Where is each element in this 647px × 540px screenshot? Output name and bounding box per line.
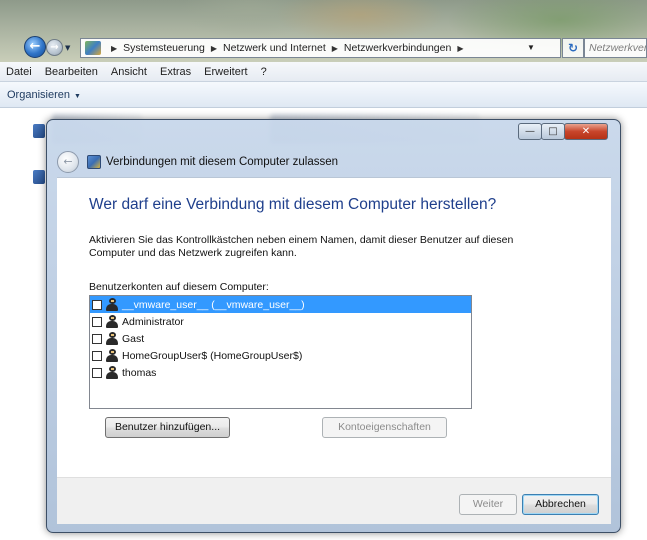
user-checkbox[interactable] — [92, 333, 102, 344]
user-name: Gast — [122, 332, 145, 345]
address-dropdown-icon[interactable]: ▼ — [524, 39, 538, 57]
chevron-down-icon: ▼ — [73, 92, 81, 100]
menu-item-file[interactable]: Datei — [6, 66, 32, 78]
user-name: Administrator — [122, 315, 184, 328]
forward-arrow-icon[interactable]: → — [46, 39, 63, 56]
minimize-button[interactable]: — — [518, 123, 542, 140]
breadcrumb-separator-icon[interactable]: ▶ — [211, 44, 217, 53]
description-text: Aktivieren Sie das Kontrollkästchen nebe… — [89, 234, 514, 259]
breadcrumb-item[interactable]: Systemsteuerung — [123, 42, 205, 54]
user-icon — [105, 298, 119, 311]
breadcrumb-separator-icon[interactable]: ▶ — [111, 44, 117, 53]
user-list-label: Benutzerkonten auf diesem Computer: — [89, 281, 269, 293]
menu-item-edit[interactable]: Bearbeiten — [45, 66, 98, 78]
user-row-homegroupuser[interactable]: HomeGroupUser$ (HomeGroupUser$) — [90, 347, 471, 364]
dialog-footer: Weiter Abbrechen — [57, 477, 611, 524]
user-row-thomas[interactable]: thomas — [90, 364, 471, 381]
user-checkbox[interactable] — [92, 299, 102, 310]
address-bar[interactable]: ▶ Systemsteuerung ▶ Netzwerk und Interne… — [80, 38, 561, 58]
user-icon — [105, 315, 119, 328]
add-user-button[interactable]: Benutzer hinzufügen... — [105, 417, 230, 438]
user-name: HomeGroupUser$ (HomeGroupUser$) — [122, 349, 303, 362]
menu-item-view[interactable]: Ansicht — [111, 66, 147, 78]
allow-connections-dialog: — □ ✕ ← Verbindungen mit diesem Computer… — [46, 119, 621, 533]
dialog-body: Wer darf eine Verbindung mit diesem Comp… — [57, 177, 611, 477]
user-checkbox[interactable] — [92, 316, 102, 327]
recent-pages-dropdown-icon[interactable]: ▼ — [65, 44, 73, 52]
user-icon — [105, 349, 119, 362]
user-checkbox[interactable] — [92, 367, 102, 378]
menu-bar: Datei Bearbeiten Ansicht Extras Erweiter… — [0, 62, 647, 82]
back-arrow-icon[interactable]: ← — [57, 151, 79, 173]
organize-label: Organisieren — [7, 88, 70, 101]
breadcrumb-item[interactable]: Netzwerkverbindungen — [344, 42, 451, 54]
user-name: __vmware_user__ (__vmware_user__) — [122, 298, 305, 311]
refresh-icon[interactable]: ↻ — [562, 38, 584, 58]
user-row-administrator[interactable]: Administrator — [90, 313, 471, 330]
user-checkbox[interactable] — [92, 350, 102, 361]
network-adapter-icon — [33, 124, 45, 138]
network-adapter-icon — [33, 170, 45, 184]
menu-item-help[interactable]: ? — [261, 66, 267, 78]
menu-item-tools[interactable]: Extras — [160, 66, 191, 78]
user-name: thomas — [122, 366, 157, 379]
next-button[interactable]: Weiter — [459, 494, 517, 515]
maximize-button[interactable]: □ — [541, 123, 565, 140]
background-icons — [33, 118, 45, 198]
user-row-vmware[interactable]: __vmware_user__ (__vmware_user__) — [90, 296, 471, 313]
search-input[interactable]: Netzwerkverbi — [584, 38, 647, 58]
close-button[interactable]: ✕ — [564, 123, 608, 140]
organize-button[interactable]: Organisieren ▼ — [7, 89, 81, 101]
menu-item-advanced[interactable]: Erweitert — [204, 66, 247, 78]
breadcrumb-separator-icon[interactable]: ▶ — [457, 44, 463, 53]
network-icon — [87, 155, 101, 169]
dialog-header: ← Verbindungen mit diesem Computer zulas… — [57, 147, 612, 177]
user-row-guest[interactable]: Gast — [90, 330, 471, 347]
control-panel-icon — [85, 41, 101, 55]
dialog-title: Verbindungen mit diesem Computer zulasse… — [106, 156, 339, 168]
user-account-list[interactable]: __vmware_user__ (__vmware_user__) Admini… — [89, 295, 472, 409]
user-icon — [105, 366, 119, 379]
breadcrumb-separator-icon[interactable]: ▶ — [332, 44, 338, 53]
breadcrumb-item[interactable]: Netzwerk und Internet — [223, 42, 326, 54]
main-instruction: Wer darf eine Verbindung mit diesem Comp… — [89, 196, 497, 213]
user-icon — [105, 332, 119, 345]
account-properties-button[interactable]: Kontoeigenschaften — [322, 417, 447, 438]
back-arrow-icon[interactable]: ← — [24, 36, 46, 58]
command-bar: Organisieren ▼ — [0, 82, 647, 108]
cancel-button[interactable]: Abbrechen — [522, 494, 599, 515]
